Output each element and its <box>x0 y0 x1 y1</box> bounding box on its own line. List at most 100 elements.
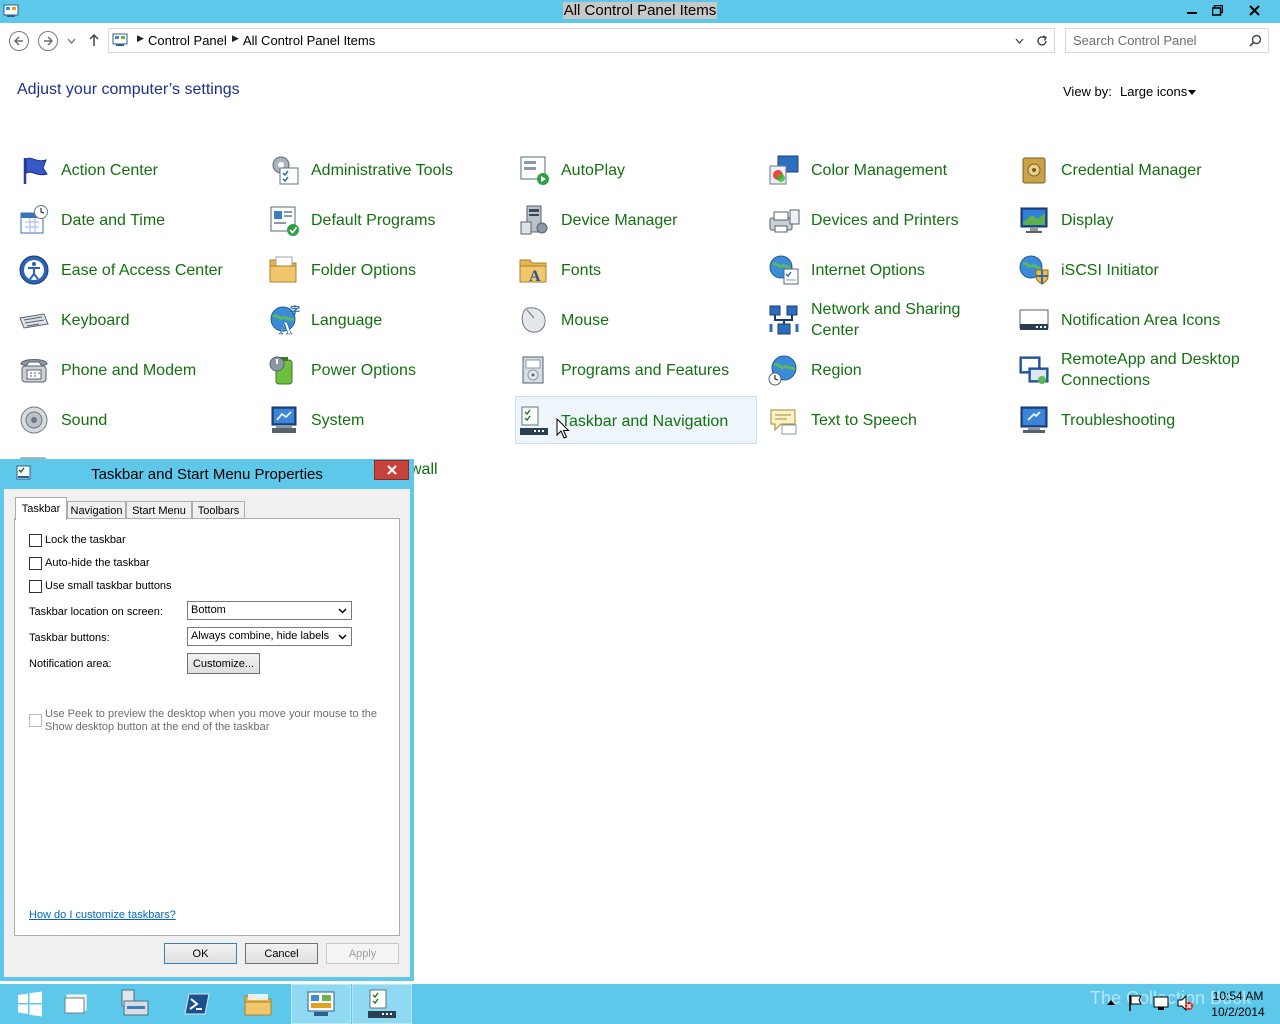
fonts-folder-icon: A <box>519 259 547 285</box>
search-input[interactable] <box>1073 33 1243 48</box>
forward-button[interactable] <box>38 31 58 51</box>
cp-item-ease-of-access-center[interactable]: Ease of Access Center <box>16 246 258 294</box>
auto-hide-checkbox[interactable] <box>29 557 42 570</box>
cancel-button[interactable]: Cancel <box>245 943 318 964</box>
customize-button[interactable]: Customize... <box>187 653 260 674</box>
cp-item-system[interactable]: System <box>266 396 508 444</box>
cp-item-phone-and-modem[interactable]: Phone and Modem <box>16 346 258 394</box>
cp-item-notification-area-icons[interactable]: Notification Area Icons <box>1016 296 1258 344</box>
taskbar-properties-taskbar-button[interactable] <box>352 984 412 1024</box>
windows-firewall-partial-label[interactable]: wall <box>410 461 438 479</box>
cp-item-iscsi-initiator[interactable]: iSCSI Initiator <box>1016 246 1258 294</box>
small-buttons-checkbox[interactable] <box>29 580 42 593</box>
cp-item-default-programs[interactable]: Default Programs <box>266 196 508 244</box>
refresh-icon[interactable] <box>1035 34 1049 48</box>
cp-item-keyboard[interactable]: Keyboard <box>16 296 258 344</box>
cp-item-label: Folder Options <box>311 261 416 279</box>
phone-icon <box>20 359 48 383</box>
up-arrow-icon[interactable] <box>88 33 100 47</box>
view-by-caret-icon[interactable] <box>1188 90 1196 95</box>
cp-item-power-options[interactable]: Power Options <box>266 346 508 394</box>
cp-item-mouse[interactable]: Mouse <box>516 296 758 344</box>
tab-toolbars[interactable]: Toolbars <box>192 501 245 519</box>
back-button[interactable] <box>9 31 29 51</box>
address-bar[interactable]: ▶ Control Panel ▶ All Control Panel Item… <box>108 28 1055 53</box>
address-dropdown-chevron-icon[interactable] <box>1015 38 1024 44</box>
cp-item-folder-options[interactable]: Folder Options <box>266 246 508 294</box>
powershell-button[interactable] <box>167 984 227 1024</box>
troubleshooting-icon <box>1020 406 1048 433</box>
monitor-icon <box>1020 207 1048 233</box>
cp-item-programs-and-features[interactable]: Programs and Features <box>516 346 758 394</box>
small-buttons-label[interactable]: Use small taskbar buttons <box>45 580 172 592</box>
cp-item-fonts[interactable]: A Fonts <box>516 246 758 294</box>
cp-item-region[interactable]: Region <box>766 346 1008 394</box>
cp-item-credential-manager[interactable]: Credential Manager <box>1016 146 1258 194</box>
cp-item-label: RemoteApp and Desktop Connections <box>1061 351 1240 389</box>
system-clock[interactable]: 10:54 AM 10/2/2014 <box>1207 988 1269 1020</box>
server-manager-taskbar-button[interactable] <box>105 984 165 1024</box>
cp-item-device-manager[interactable]: Device Manager <box>516 196 758 244</box>
control-panel-taskbar-button[interactable] <box>291 984 351 1024</box>
cp-item-sound[interactable]: Sound <box>16 396 258 444</box>
cp-item-date-and-time[interactable]: Date and Time <box>16 196 258 244</box>
tab-navigation[interactable]: Navigation <box>67 501 126 519</box>
search-box[interactable] <box>1065 28 1269 53</box>
cp-item-taskbar-and-navigation[interactable]: Taskbar and Navigation <box>515 396 757 444</box>
cp-item-troubleshooting[interactable]: Troubleshooting <box>1016 396 1258 444</box>
cp-item-label: Credential Manager <box>1061 161 1202 179</box>
view-by-dropdown[interactable]: Large icons <box>1120 84 1187 99</box>
cp-item-label: Phone and Modem <box>61 361 197 379</box>
cp-item-text-to-speech[interactable]: Text to Speech <box>766 396 1008 444</box>
server-manager-button[interactable] <box>46 984 106 1024</box>
autoplay-icon <box>520 156 549 185</box>
breadcrumb-all-items[interactable]: All Control Panel Items <box>243 33 375 48</box>
recent-locations-chevron-icon[interactable] <box>67 38 76 44</box>
tab-start-menu[interactable]: Start Menu <box>126 501 192 519</box>
vault-icon <box>1022 157 1046 184</box>
page-title: Adjust your computer’s settings <box>17 81 240 98</box>
control-panel-icon <box>307 991 335 1016</box>
tab-taskbar[interactable]: Taskbar <box>15 497 67 520</box>
minimize-button[interactable] <box>1178 0 1205 20</box>
breadcrumb-control-panel[interactable]: Control Panel <box>148 33 227 48</box>
cp-item-network-and-sharing-center[interactable]: Network and Sharing Center <box>766 296 1008 344</box>
restore-button[interactable] <box>1204 0 1231 20</box>
dialog-close-button[interactable] <box>374 460 409 480</box>
cp-item-internet-options[interactable]: Internet Options <box>766 246 1008 294</box>
cp-item-display[interactable]: Display <box>1016 196 1258 244</box>
show-hidden-icons-icon[interactable] <box>1106 998 1116 1006</box>
cp-item-administrative-tools[interactable]: Administrative Tools <box>266 146 508 194</box>
cp-item-label: Administrative Tools <box>311 161 453 179</box>
cp-item-color-management[interactable]: Color Management <box>766 146 1008 194</box>
cp-item-label: Display <box>1061 211 1114 229</box>
peek-checkbox[interactable] <box>29 714 42 727</box>
breadcrumb-separator-icon[interactable]: ▶ <box>137 33 144 44</box>
auto-hide-label[interactable]: Auto-hide the taskbar <box>45 557 150 569</box>
volume-muted-icon[interactable] <box>1176 994 1194 1012</box>
action-center-flag-icon[interactable] <box>1128 994 1144 1012</box>
cp-item-action-center[interactable]: Action Center <box>16 146 258 194</box>
lock-taskbar-checkbox[interactable] <box>29 534 42 547</box>
apply-button[interactable]: Apply <box>326 943 399 964</box>
cp-item-label: Internet Options <box>811 261 925 279</box>
cp-item-autoplay[interactable]: AutoPlay <box>516 146 758 194</box>
network-icon[interactable] <box>1152 994 1170 1012</box>
window-title-bar: All Control Panel Items <box>0 0 1280 23</box>
close-icon <box>1249 4 1260 16</box>
cp-item-label: Ease of Access Center <box>61 261 223 279</box>
taskbar-location-select[interactable]: Bottom <box>187 601 352 620</box>
cp-item-language[interactable]: A 字 Language <box>266 296 508 344</box>
search-icon[interactable] <box>1249 34 1262 47</box>
control-panel-small-icon <box>112 33 128 46</box>
lock-taskbar-label[interactable]: Lock the taskbar <box>45 534 126 546</box>
close-button[interactable] <box>1241 0 1268 20</box>
close-icon <box>386 465 397 475</box>
cp-item-devices-and-printers[interactable]: Devices and Printers <box>766 196 1008 244</box>
ok-button[interactable]: OK <box>164 943 237 964</box>
breadcrumb-separator-icon[interactable]: ▶ <box>232 33 239 44</box>
taskbar-buttons-select[interactable]: Always combine, hide labels <box>187 627 352 646</box>
help-link[interactable]: How do I customize taskbars? <box>29 909 176 921</box>
file-explorer-button[interactable] <box>228 984 288 1024</box>
cp-item-remoteapp-and-desktop-connections[interactable]: RemoteApp and Desktop Connections <box>1016 346 1258 394</box>
